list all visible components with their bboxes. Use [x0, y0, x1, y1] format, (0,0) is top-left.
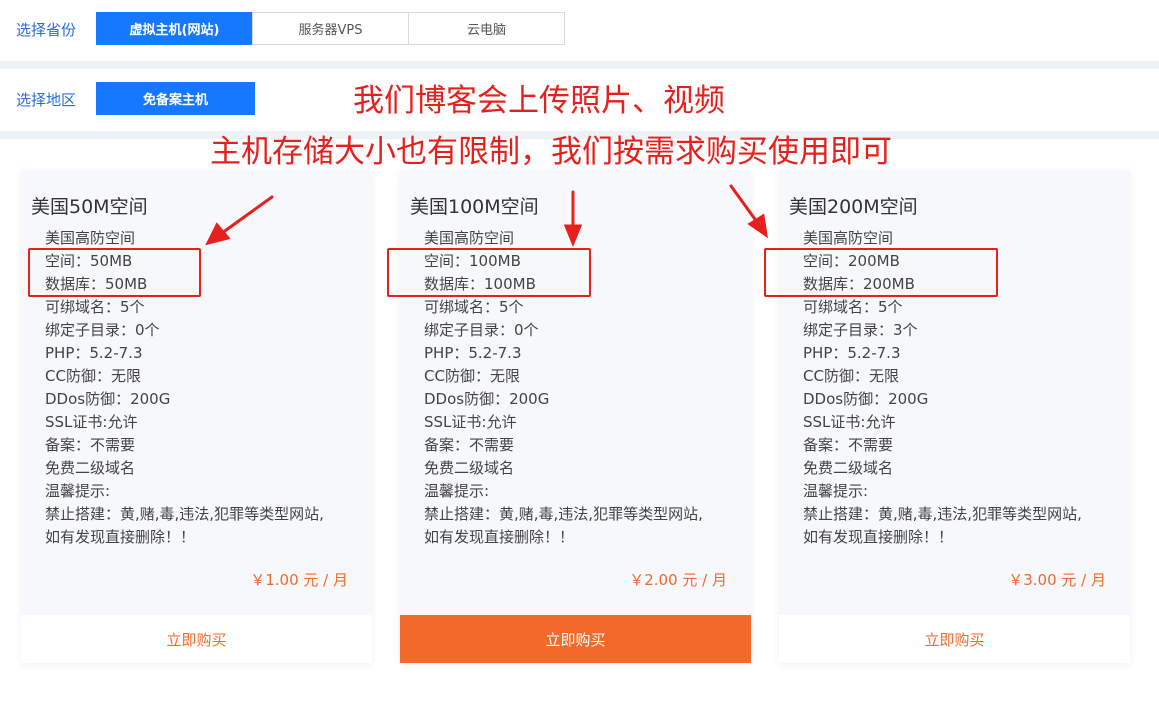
feature-item: CC防御：无限	[45, 367, 141, 385]
feature-item: CC防御：无限	[803, 367, 899, 385]
feature-item: 数据库：100MB	[424, 275, 536, 293]
feature-item: 可绑域名：5个	[803, 298, 903, 316]
feature-list: 美国高防空间 空间：200MB 数据库：200MB 可绑域名：5个 绑定子目录：…	[803, 227, 1082, 549]
feature-item: 可绑域名：5个	[45, 298, 145, 316]
feature-item: 如有发现直接删除！！	[45, 528, 196, 546]
plan-title: 美国200M空间	[789, 196, 918, 218]
tab-vps-server[interactable]: 服务器VPS	[252, 12, 409, 45]
plan-title: 美国50M空间	[31, 196, 148, 218]
plan-price: ￥3.00 元 / 月	[1008, 571, 1106, 589]
feature-item: DDos防御：200G	[803, 390, 929, 408]
buy-now-button[interactable]: 立即购买	[400, 615, 751, 663]
province-label: 选择省份	[16, 21, 77, 39]
annotation-text-2: 主机存储大小也有限制，我们按需求购买使用即可	[210, 134, 892, 170]
buy-now-button[interactable]: 立即购买	[779, 615, 1130, 663]
annotation-text-1: 我们博客会上传照片、视频	[353, 83, 725, 119]
feature-item: 数据库：50MB	[45, 275, 148, 293]
feature-item: 美国高防空间	[424, 229, 515, 247]
feature-item: 免费二级域名	[803, 459, 894, 477]
tab-virtual-host[interactable]: 虚拟主机(网站)	[96, 12, 253, 45]
feature-item: 数据库：200MB	[803, 275, 915, 293]
province-tabs: 虚拟主机(网站) 服务器VPS 云电脑	[96, 12, 565, 45]
plan-card-100m: 美国100M空间 美国高防空间 空间：100MB 数据库：100MB 可绑域名：…	[400, 170, 751, 663]
feature-item: 禁止搭建：黄,赌,毒,违法,犯罪等类型网站,	[424, 505, 703, 523]
feature-list: 美国高防空间 空间：50MB 数据库：50MB 可绑域名：5个 绑定子目录：0个…	[45, 227, 324, 549]
feature-item: SSL证书:允许	[424, 413, 517, 431]
feature-item: 如有发现直接删除！！	[803, 528, 954, 546]
feature-item: DDos防御：200G	[45, 390, 171, 408]
feature-item: 如有发现直接删除！！	[424, 528, 575, 546]
divider	[0, 61, 1159, 69]
feature-item: PHP：5.2-7.3	[424, 344, 522, 362]
feature-item: 禁止搭建：黄,赌,毒,违法,犯罪等类型网站,	[45, 505, 324, 523]
feature-item: 禁止搭建：黄,赌,毒,违法,犯罪等类型网站,	[803, 505, 1082, 523]
plan-title: 美国100M空间	[410, 196, 539, 218]
region-label: 选择地区	[16, 91, 77, 109]
feature-item: PHP：5.2-7.3	[803, 344, 901, 362]
feature-item: 美国高防空间	[45, 229, 136, 247]
feature-item: SSL证书:允许	[45, 413, 138, 431]
region-tabs: 免备案主机	[96, 82, 255, 115]
feature-item: 空间：200MB	[803, 252, 900, 270]
feature-item: 免费二级域名	[45, 459, 136, 477]
plan-card-50m: 美国50M空间 美国高防空间 空间：50MB 数据库：50MB 可绑域名：5个 …	[21, 170, 372, 663]
feature-item: 绑定子目录：0个	[424, 321, 539, 339]
feature-item: DDos防御：200G	[424, 390, 550, 408]
feature-item: 温馨提示:	[803, 482, 869, 500]
plan-price: ￥1.00 元 / 月	[250, 571, 348, 589]
feature-item: 绑定子目录：0个	[45, 321, 160, 339]
feature-item: PHP：5.2-7.3	[45, 344, 143, 362]
feature-item: 绑定子目录：3个	[803, 321, 918, 339]
plan-price: ￥2.00 元 / 月	[629, 571, 727, 589]
feature-item: SSL证书:允许	[803, 413, 896, 431]
plan-card-200m: 美国200M空间 美国高防空间 空间：200MB 数据库：200MB 可绑域名：…	[779, 170, 1130, 663]
tab-no-filing-host[interactable]: 免备案主机	[96, 82, 255, 115]
feature-item: 备案：不需要	[424, 436, 515, 454]
tab-cloud-pc[interactable]: 云电脑	[408, 12, 565, 45]
feature-item: 空间：50MB	[45, 252, 133, 270]
feature-item: 可绑域名：5个	[424, 298, 524, 316]
feature-item: 备案：不需要	[803, 436, 894, 454]
feature-item: 免费二级域名	[424, 459, 515, 477]
feature-item: CC防御：无限	[424, 367, 520, 385]
arrow-head-icon	[747, 213, 769, 239]
feature-item: 美国高防空间	[803, 229, 894, 247]
feature-list: 美国高防空间 空间：100MB 数据库：100MB 可绑域名：5个 绑定子目录：…	[424, 227, 703, 549]
feature-item: 温馨提示:	[45, 482, 111, 500]
feature-item: 备案：不需要	[45, 436, 136, 454]
feature-item: 温馨提示:	[424, 482, 490, 500]
buy-now-button[interactable]: 立即购买	[21, 615, 372, 663]
feature-item: 空间：100MB	[424, 252, 521, 270]
